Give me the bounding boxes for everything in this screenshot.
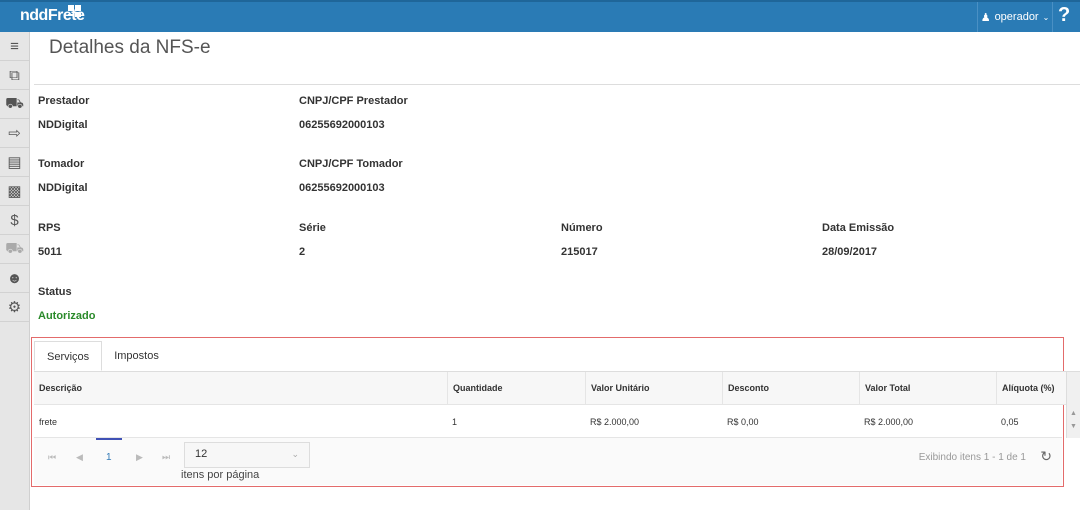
- value: 06255692000103: [299, 182, 385, 194]
- value: 5011: [38, 246, 62, 258]
- user-icon: ♟: [980, 11, 991, 24]
- pager: ⏮ ◀ 1 ▶ ⏭ 12 ⌄ itens por página Exibindo …: [34, 437, 1062, 485]
- value: NDDigital: [38, 182, 88, 194]
- user-name: operador: [994, 11, 1039, 23]
- label: Data Emissão: [822, 222, 895, 234]
- field-data-emissao: Data Emissão 28/09/2017: [822, 222, 894, 258]
- help-button[interactable]: ?: [1058, 4, 1070, 27]
- services-panel: Serviços Impostos Descrição Quantidade V…: [31, 337, 1080, 487]
- column-header[interactable]: Valor Unitário: [585, 372, 722, 404]
- page-number[interactable]: 1: [106, 452, 112, 463]
- scroll-down-icon[interactable]: ▼: [1067, 423, 1080, 430]
- export-icon[interactable]: ⇨: [0, 119, 29, 148]
- money-icon[interactable]: ▩: [0, 177, 29, 206]
- label: Número: [561, 222, 603, 234]
- column-header[interactable]: Descrição: [34, 372, 447, 404]
- label: CNPJ/CPF Tomador: [299, 158, 403, 170]
- value: NDDigital: [38, 119, 88, 131]
- status-value: Autorizado: [38, 310, 96, 322]
- cell: R$ 0,00: [727, 416, 759, 427]
- column-header[interactable]: Desconto: [722, 372, 859, 404]
- label: Série: [299, 222, 326, 234]
- tab-impostos[interactable]: Impostos: [102, 341, 171, 371]
- logo-mark-icon: [68, 5, 82, 17]
- cell: 1: [452, 416, 458, 427]
- pager-info: Exibindo itens 1 - 1 de 1: [918, 452, 1026, 463]
- sidebar: ≡ ⧉ ⛟ ⇨ ▤ ▩ $ ⛟ ☻ ⚙: [0, 32, 30, 510]
- chevron-down-icon: ⌄: [1042, 12, 1050, 22]
- settings-icon[interactable]: ⚙: [0, 293, 29, 322]
- truck-outline-icon[interactable]: ⛟: [0, 235, 29, 264]
- page-size-select[interactable]: 12 ⌄: [184, 442, 310, 468]
- cell: R$ 2.000,00: [590, 416, 640, 427]
- scrollbar[interactable]: ▲ ▼: [1066, 372, 1080, 438]
- label: Status: [38, 286, 72, 298]
- field-numero: Número 215017: [561, 222, 603, 258]
- cell: R$ 2.000,00: [864, 416, 914, 427]
- field-tomador: Tomador NDDigital: [38, 158, 88, 194]
- cell: 0,05: [1001, 416, 1019, 427]
- chevron-down-icon: ⌄: [291, 449, 299, 459]
- page-indicator: [96, 438, 122, 440]
- refresh-icon[interactable]: ↻: [1040, 448, 1052, 465]
- label: RPS: [38, 222, 61, 234]
- file-icon[interactable]: ▤: [0, 148, 29, 177]
- page-size-value: 12: [195, 448, 208, 460]
- value: 215017: [561, 246, 598, 258]
- label: CNPJ/CPF Prestador: [299, 95, 408, 107]
- field-serie: Série 2: [299, 222, 326, 258]
- column-header[interactable]: Quantidade: [447, 372, 585, 404]
- services-grid: Descrição Quantidade Valor Unitário Desc…: [34, 371, 1080, 438]
- top-bar: nddFrete ♟ operador ⌄ ?: [0, 0, 1080, 32]
- page-size-label: itens por página: [181, 469, 260, 481]
- field-cnpj-prestador: CNPJ/CPF Prestador 06255692000103: [299, 95, 408, 131]
- scroll-up-icon[interactable]: ▲: [1067, 410, 1080, 417]
- documents-icon[interactable]: ⧉: [0, 61, 29, 90]
- value: 06255692000103: [299, 119, 385, 131]
- tab-servicos[interactable]: Serviços: [34, 341, 103, 371]
- next-page-icon[interactable]: ▶: [136, 452, 143, 463]
- value: 2: [299, 246, 306, 258]
- prev-page-icon[interactable]: ◀: [76, 452, 83, 463]
- user-menu[interactable]: ♟ operador ⌄: [977, 2, 1053, 32]
- table-header: Descrição Quantidade Valor Unitário Desc…: [34, 372, 1066, 405]
- field-prestador: Prestador NDDigital: [38, 95, 89, 131]
- field-status: Status Autorizado: [38, 286, 95, 322]
- table-row[interactable]: frete 1 R$ 2.000,00 R$ 0,00 R$ 2.000,00 …: [34, 405, 1066, 438]
- page-title: Detalhes da NFS-e: [49, 37, 211, 58]
- value: 28/09/2017: [822, 246, 878, 258]
- truck-icon[interactable]: ⛟: [0, 90, 29, 119]
- users-icon[interactable]: ☻: [0, 264, 29, 293]
- cell: frete: [39, 416, 58, 427]
- field-cnpj-tomador: CNPJ/CPF Tomador 06255692000103: [299, 158, 403, 194]
- label: Tomador: [38, 158, 85, 170]
- last-page-icon[interactable]: ⏭: [162, 452, 170, 463]
- menu-icon[interactable]: ≡: [0, 32, 29, 61]
- tabs: Serviços Impostos: [34, 341, 171, 371]
- first-page-icon[interactable]: ⏮: [48, 452, 56, 463]
- divider: [34, 84, 1080, 85]
- payment-cycle-icon[interactable]: $: [0, 206, 29, 235]
- column-header[interactable]: Alíquota (%): [996, 372, 1066, 404]
- column-header[interactable]: Valor Total: [859, 372, 996, 404]
- field-rps: RPS 5011: [38, 222, 62, 258]
- label: Prestador: [38, 95, 90, 107]
